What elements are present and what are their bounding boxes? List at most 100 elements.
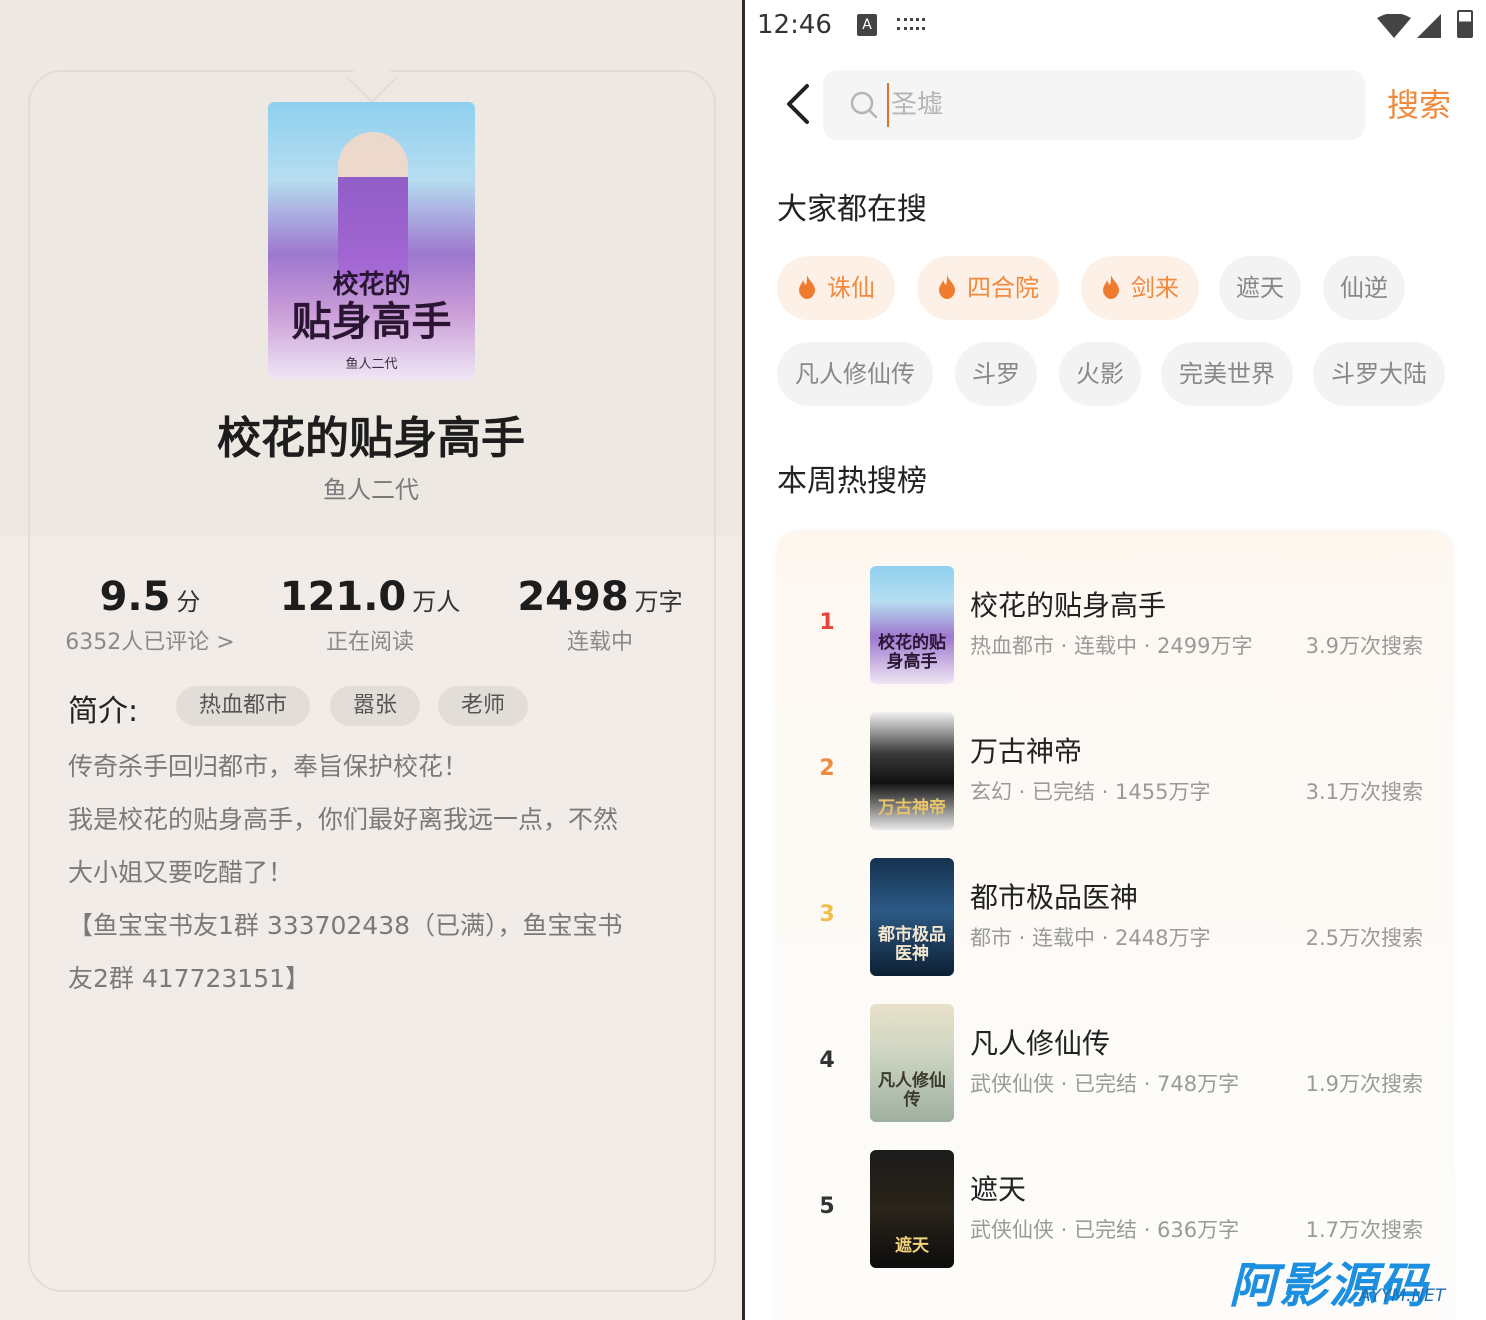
hot-search-chip-label: 仙逆 (1340, 274, 1388, 302)
rating-value: 9.5 (99, 574, 171, 620)
hot-search-chip[interactable]: 仙逆 (1323, 256, 1405, 320)
rank-number: 2 (819, 756, 835, 781)
a-notification-icon: A (857, 14, 877, 36)
words-unit: 万字 (634, 588, 683, 616)
stat-reading: 121.0 万人 正在阅读 (250, 574, 490, 656)
hot-search-chip-label: 遮天 (1236, 274, 1284, 302)
rating-reviews-link[interactable]: 6352人已评论 > (30, 624, 270, 656)
hot-search-chip-label: 火影 (1076, 360, 1124, 388)
intro-line: 大小姐又要吃醋了！ (68, 858, 294, 887)
rank-number: 5 (819, 1194, 835, 1219)
book-cover[interactable]: 校花的 贴身高手 鱼人二代 (268, 102, 475, 380)
rank-cover-title: 都市极品医神 (878, 925, 946, 964)
rank-search-count: 1.9万次搜索 (1305, 1072, 1423, 1096)
rank-book-name: 校花的贴身高手 (970, 589, 1167, 622)
hot-search-chip[interactable]: 凡人修仙传 (777, 342, 933, 406)
rank-cover-title: 凡人修仙传 (878, 1071, 946, 1110)
reading-sub: 正在阅读 (325, 630, 414, 655)
hot-search-chip[interactable]: 完美世界 (1161, 342, 1293, 406)
flame-icon (939, 275, 955, 299)
hot-search-chip[interactable]: 遮天 (1219, 256, 1301, 320)
reading-unit: 万人 (412, 588, 461, 616)
intro-line: 【鱼宝宝书友1群 333702438（已满），鱼宝宝书 (68, 911, 623, 940)
watermark-logo: 阿影源码 AYYM.NET (1229, 1246, 1469, 1320)
rank-number: 1 (819, 610, 835, 635)
book-title: 校花的贴身高手 (217, 413, 525, 464)
rank-book-meta: 玄幻 · 已完结 · 1455万字 (970, 780, 1211, 804)
tag-chip[interactable]: 热血都市 (176, 686, 310, 726)
search-button[interactable]: 搜索 (1387, 80, 1451, 126)
tag-chip[interactable]: 嚣张 (330, 686, 420, 726)
book-author[interactable]: 鱼人二代 (0, 470, 742, 505)
rank-book-cover[interactable]: 都市极品医神 (870, 858, 954, 976)
hot-search-chip[interactable]: 诛仙 (777, 256, 895, 320)
cover-title-small: 校花的 (332, 270, 411, 300)
back-arrow-icon[interactable] (779, 82, 819, 126)
keyboard-icon (897, 18, 925, 30)
rank-book-meta: 武侠仙侠 · 已完结 · 636万字 (970, 1218, 1240, 1242)
book-detail-panel: 校花的 贴身高手 鱼人二代 校花的贴身高手 鱼人二代 9.5 分 6352人已评论… (0, 0, 742, 1320)
status-time: 12:46 (757, 10, 832, 40)
intro-text: 传奇杀手回归都市，奉旨保护校花！ 我是校花的贴身高手，你们最好离我远一点，不然 … (68, 740, 678, 1005)
search-panel: 12:46 A 搜索 大家都在搜 诛仙四合院剑来遮天仙逆凡人修仙传斗罗火影完美世… (745, 0, 1486, 1320)
stat-rating[interactable]: 9.5 分 6352人已评论 > (30, 574, 270, 656)
rank-row[interactable]: 1 校花的贴身高手 校花的贴身高手 热血都市 · 连载中 · 2499万字 3.9万次搜… (777, 566, 1453, 686)
hot-search-chip-label: 凡人修仙传 (795, 360, 915, 388)
hot-search-chip-label: 斗罗 (972, 360, 1020, 388)
hot-search-chip-label: 剑来 (1131, 274, 1179, 302)
rank-cover-title: 校花的贴身高手 (878, 633, 946, 672)
intro-line: 我是校花的贴身高手，你们最好离我远一点，不然 (68, 805, 619, 834)
search-input[interactable] (887, 83, 1337, 127)
rank-book-cover[interactable]: 校花的贴身高手 (870, 566, 954, 684)
cover-title-big: 贴身高手 (291, 298, 452, 345)
rank-cover-title: 遮天 (895, 1236, 929, 1256)
cover-figure-art (338, 132, 408, 282)
flame-icon (799, 275, 815, 299)
stat-words: 2498 万字 连载中 (480, 574, 720, 656)
battery-icon (1457, 10, 1473, 38)
search-icon (850, 91, 878, 119)
wifi-icon (1377, 14, 1411, 38)
rank-book-name: 凡人修仙传 (970, 1027, 1111, 1060)
reading-value: 121.0 (279, 574, 407, 620)
rank-row[interactable]: 3 都市极品医神 都市极品医神 都市 · 连载中 · 2448万字 2.5万次搜索 (777, 858, 1453, 978)
flame-icon (1103, 275, 1119, 299)
hot-search-chip[interactable]: 火影 (1059, 342, 1141, 406)
intro-label: 简介: (68, 694, 139, 729)
rank-number: 4 (819, 1048, 835, 1073)
hot-search-chip[interactable]: 四合院 (917, 256, 1059, 320)
rank-row[interactable]: 4 凡人修仙传 凡人修仙传 武侠仙侠 · 已完结 · 748万字 1.9万次搜索 (777, 1004, 1453, 1124)
rank-book-cover[interactable]: 遮天 (870, 1150, 954, 1268)
rank-search-count: 3.9万次搜索 (1305, 634, 1423, 658)
rank-cover-title: 万古神帝 (878, 798, 946, 818)
rank-search-count: 3.1万次搜索 (1305, 780, 1423, 804)
rank-search-count: 2.5万次搜索 (1305, 926, 1423, 950)
intro-line: 传奇杀手回归都市，奉旨保护校花！ (68, 752, 469, 781)
hot-search-chip-label: 诛仙 (827, 274, 875, 302)
rank-book-meta: 都市 · 连载中 · 2448万字 (970, 926, 1211, 950)
rank-book-meta: 热血都市 · 连载中 · 2499万字 (970, 634, 1253, 658)
hot-search-chip[interactable]: 剑来 (1081, 256, 1199, 320)
hot-search-chip[interactable]: 斗罗大陆 (1313, 342, 1445, 406)
status-bar: 12:46 A (745, 0, 1486, 52)
tag-chip[interactable]: 老师 (438, 686, 528, 726)
hot-search-chip[interactable]: 斗罗 (955, 342, 1037, 406)
hot-searches-title: 大家都在搜 (777, 192, 927, 227)
words-sub: 连载中 (566, 630, 633, 655)
rating-unit: 分 (176, 588, 201, 616)
cover-author: 鱼人二代 (345, 357, 398, 372)
rank-book-cover[interactable]: 凡人修仙传 (870, 1004, 954, 1122)
rank-row[interactable]: 2 万古神帝 万古神帝 玄幻 · 已完结 · 1455万字 3.1万次搜索 (777, 712, 1453, 832)
cover-title: 校花的 贴身高手 (276, 270, 467, 344)
signal-icon (1417, 14, 1441, 38)
hot-search-chip-label: 斗罗大陆 (1331, 360, 1427, 388)
weekly-rank-title: 本周热搜榜 (777, 464, 927, 499)
hot-search-chip-label: 完美世界 (1179, 360, 1275, 388)
rank-number: 3 (819, 902, 835, 927)
intro-line: 友2群 417723151】 (68, 964, 311, 993)
search-box[interactable] (823, 70, 1365, 140)
rank-book-name: 遮天 (970, 1173, 1027, 1206)
rank-book-name: 都市极品医神 (970, 881, 1139, 914)
rank-book-cover[interactable]: 万古神帝 (870, 712, 954, 830)
words-value: 2498 (517, 574, 629, 620)
